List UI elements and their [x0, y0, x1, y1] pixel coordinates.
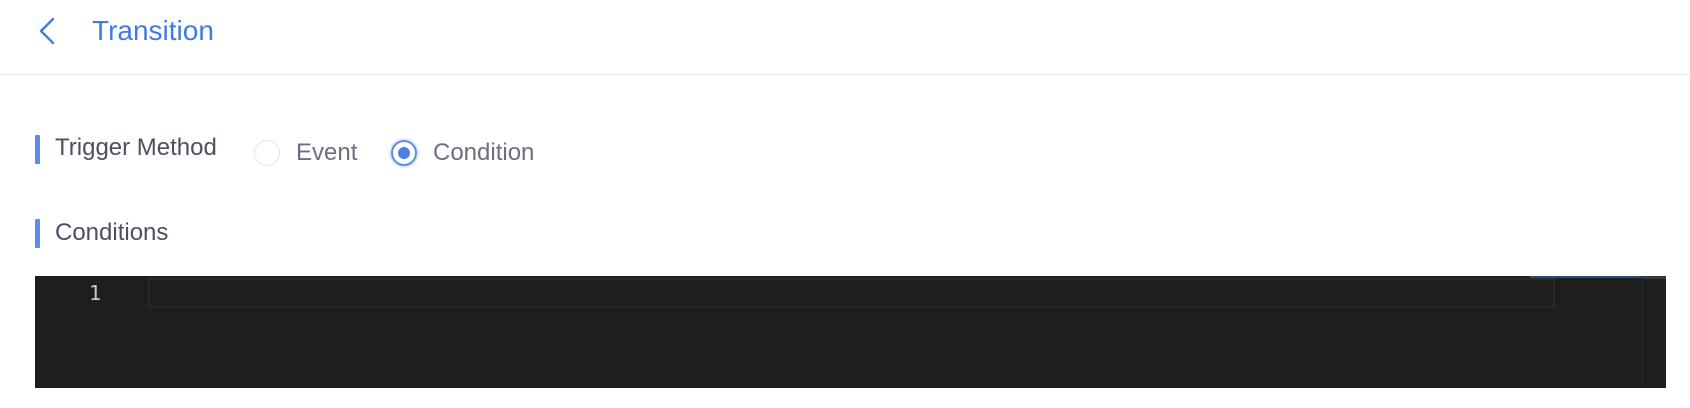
- minimap-slider[interactable]: [1530, 276, 1642, 278]
- radio-condition-circle[interactable]: [391, 140, 417, 166]
- line-number: 1: [88, 281, 102, 305]
- chevron-left-icon[interactable]: [36, 16, 60, 46]
- editor-current-line[interactable]: [148, 278, 1555, 308]
- trigger-method-label: Trigger Method: [55, 134, 217, 161]
- conditions-section-bar: [35, 219, 40, 248]
- page-header: Transition: [0, 0, 1690, 75]
- radio-condition[interactable]: Condition: [391, 137, 534, 169]
- editor-scrollbar-thumb[interactable]: [1643, 276, 1666, 279]
- editor-scrollbar[interactable]: [1642, 276, 1666, 388]
- conditions-label: Conditions: [55, 219, 169, 246]
- radio-event[interactable]: Event: [254, 137, 357, 169]
- page-title: Transition: [92, 15, 214, 46]
- radio-condition-label[interactable]: Condition: [433, 139, 534, 167]
- radio-event-label[interactable]: Event: [296, 139, 357, 167]
- radio-event-circle[interactable]: [254, 140, 280, 166]
- trigger-method-section-bar: [35, 135, 40, 164]
- code-editor[interactable]: 1: [35, 276, 1666, 388]
